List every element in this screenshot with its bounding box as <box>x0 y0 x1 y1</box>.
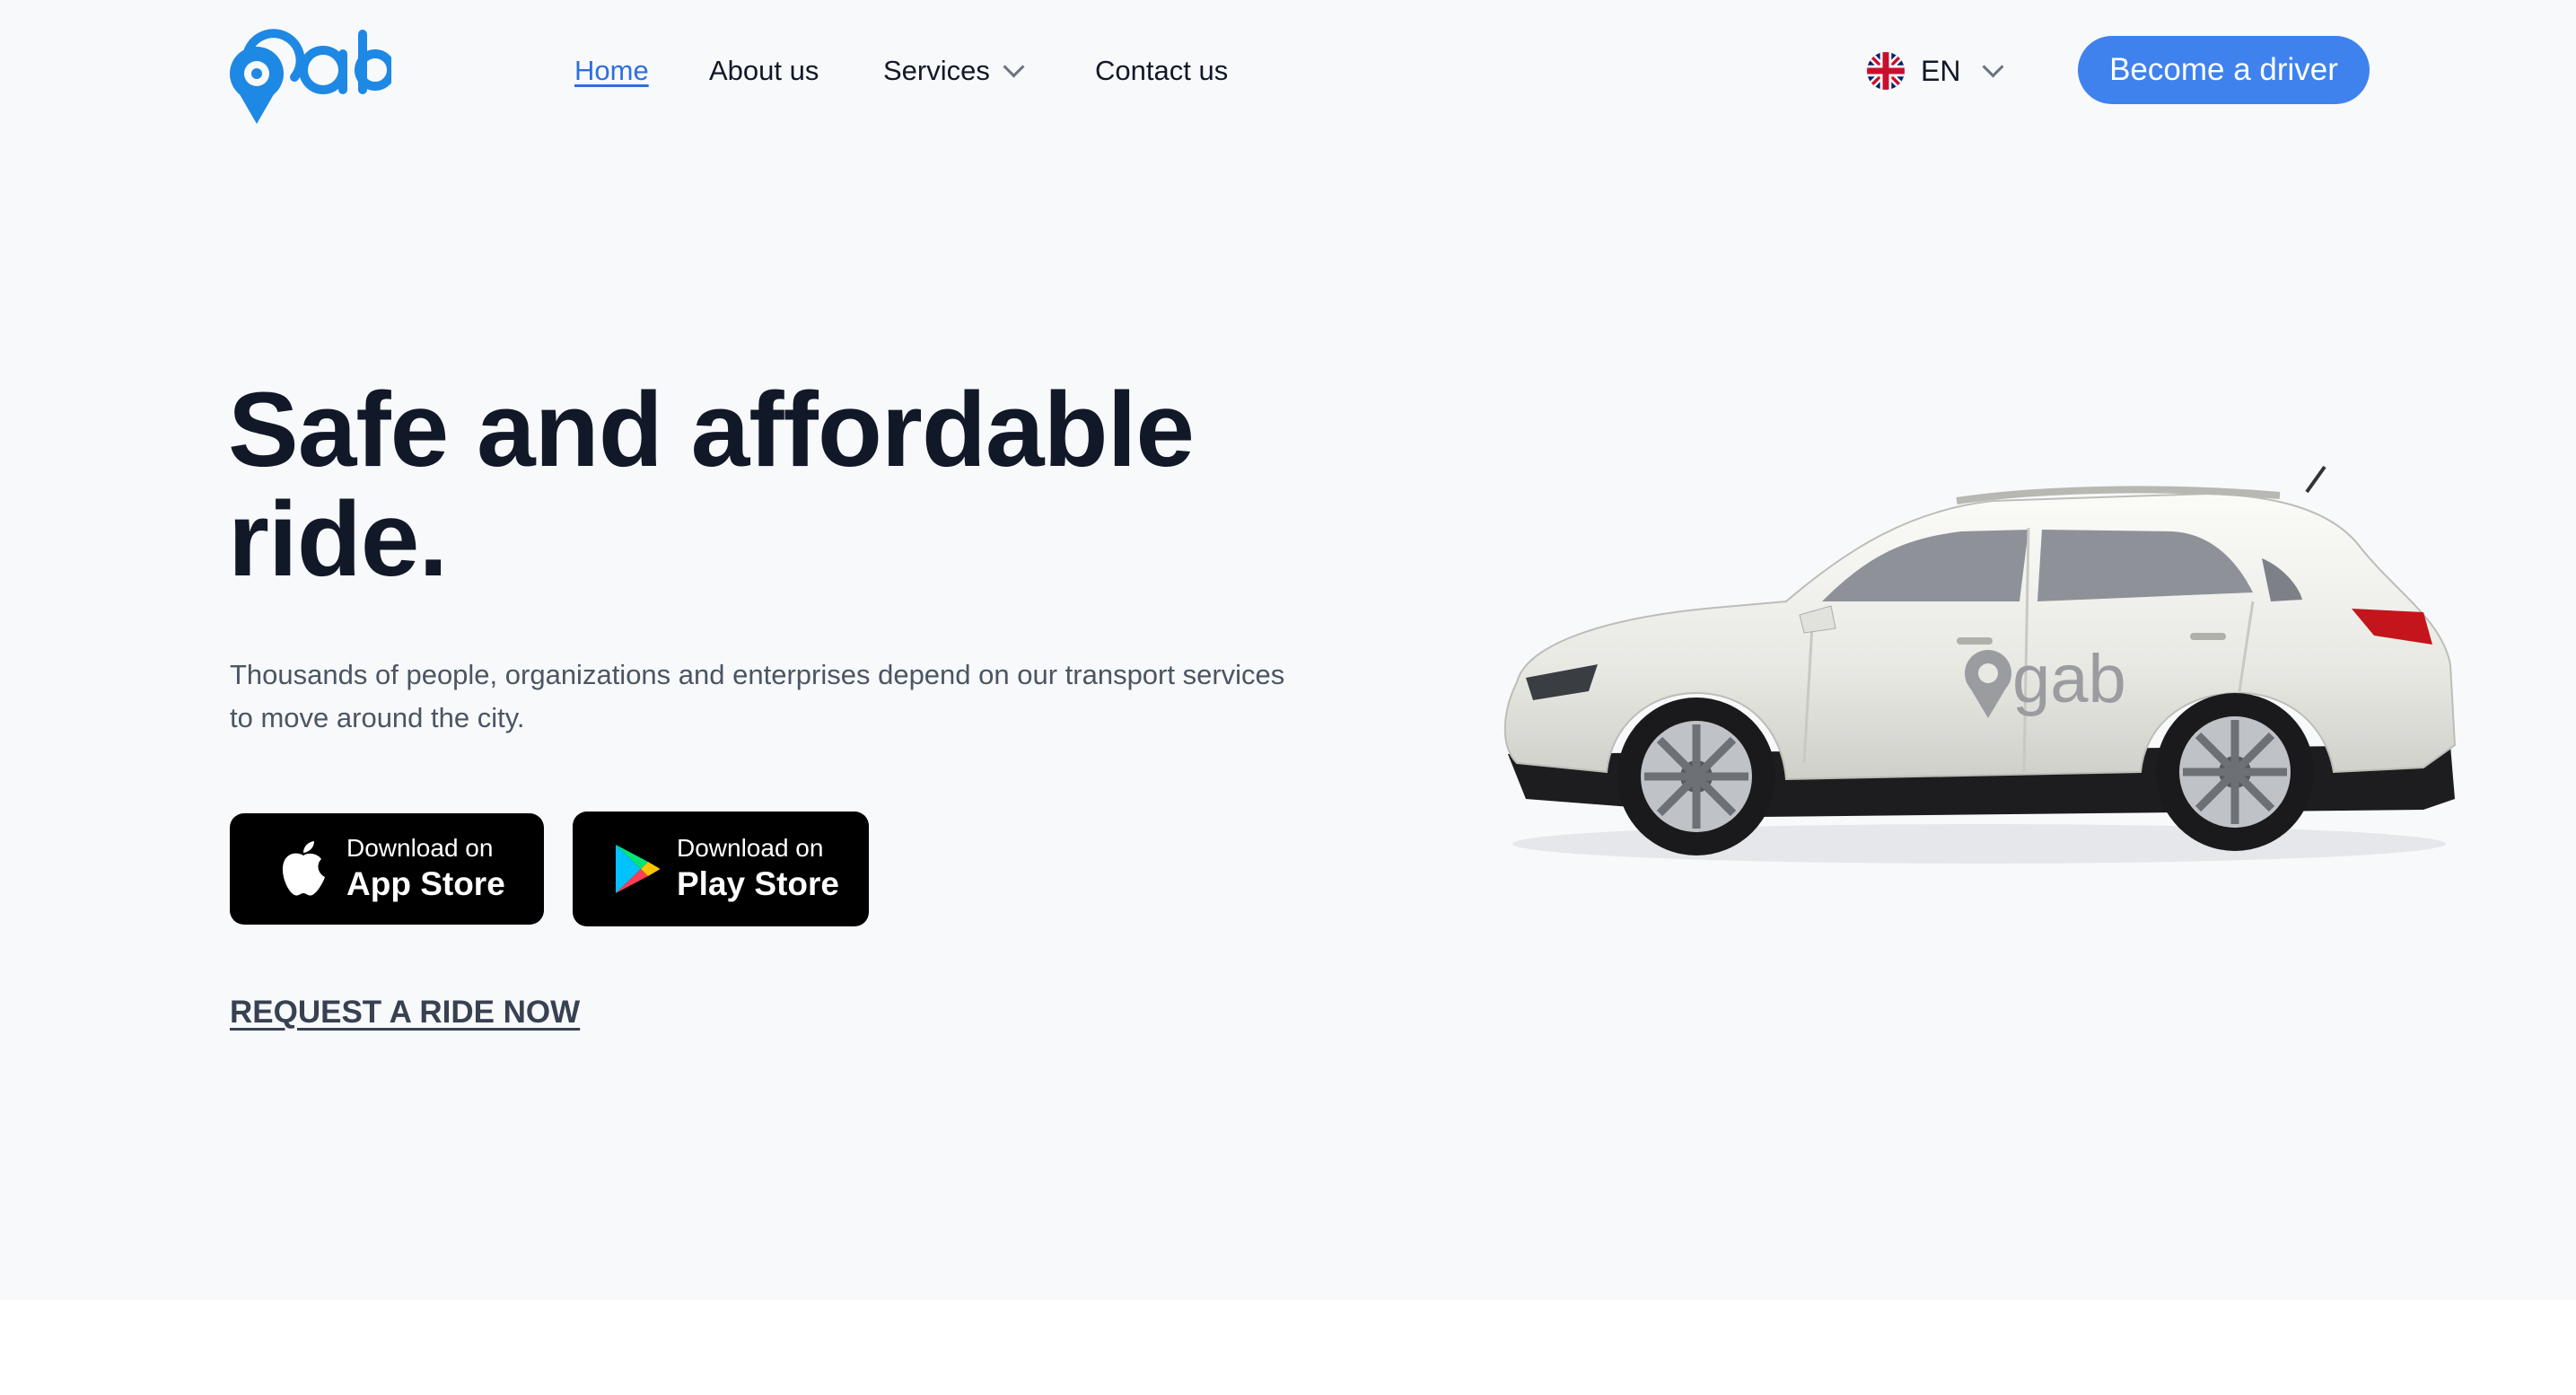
nav-services-link[interactable]: Services <box>883 55 990 87</box>
nav-about[interactable]: About us <box>709 48 819 93</box>
language-code: EN <box>1921 54 1961 87</box>
uk-flag-icon <box>1867 52 1905 90</box>
chevron-down-icon <box>1982 55 2004 78</box>
car-image: gab <box>1503 465 2457 864</box>
nav-contact-link[interactable]: Contact us <box>1095 55 1228 87</box>
app-store-button[interactable]: Download on App Store <box>230 813 544 925</box>
play-store-label: Play Store <box>677 865 839 902</box>
gab-logo[interactable] <box>212 23 391 131</box>
app-store-small-label: Download on <box>346 834 494 862</box>
google-play-icon <box>616 845 660 893</box>
nav-home-link[interactable]: Home <box>574 55 649 87</box>
app-store-label: App Store <box>346 865 505 902</box>
play-store-button[interactable]: Download on Play Store <box>573 812 869 926</box>
nav-home[interactable]: Home <box>574 48 649 93</box>
chevron-down-icon <box>1003 55 1025 78</box>
nav-about-link[interactable]: About us <box>709 55 819 87</box>
play-store-small-label: Download on <box>677 834 824 862</box>
hero-subtext: Thousands of people, organizations and e… <box>230 659 1285 733</box>
become-driver-button[interactable]: Become a driver <box>2078 36 2370 104</box>
hero-headline: Safe and affordable ride. <box>228 371 1195 599</box>
request-ride-link[interactable]: REQUEST A RIDE NOW <box>230 995 580 1031</box>
apple-icon <box>282 841 325 896</box>
language-selector[interactable]: EN <box>1867 48 2004 93</box>
car-logo-text: gab <box>2012 641 2126 717</box>
nav-services-dropdown[interactable]: Services <box>883 48 1025 93</box>
nav-contact[interactable]: Contact us <box>1095 48 1228 93</box>
